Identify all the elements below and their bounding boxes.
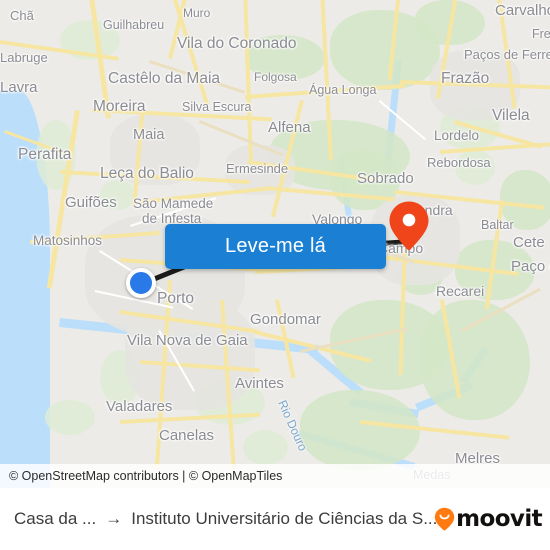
- map-attribution-bar: © OpenStreetMap contributors | © OpenMap…: [0, 464, 550, 488]
- map-place-label: Paço de: [511, 258, 550, 275]
- moovit-logo[interactable]: moovit: [434, 506, 543, 532]
- trip-destination-label[interactable]: Instituto Universitário de Ciências da S…: [131, 509, 437, 529]
- origin-dot-marker[interactable]: [126, 268, 156, 298]
- map-place-label: Canelas: [159, 427, 215, 444]
- map-place-label: Maia: [133, 127, 165, 143]
- trip-summary-bar: Casa da ... → Instituto Universitário de…: [0, 488, 550, 550]
- map-attribution-text[interactable]: © OpenStreetMap contributors | © OpenMap…: [0, 469, 282, 483]
- leve-me-la-button[interactable]: Leve-me lá: [165, 224, 386, 269]
- map-place-label: Água Longa: [309, 83, 377, 97]
- map-place-label: Sobrado: [357, 170, 414, 187]
- leve-me-la-button-label: Leve-me lá: [225, 235, 326, 257]
- moovit-wordmark: moovit: [456, 506, 542, 532]
- map-place-label: São Mamede: [133, 196, 214, 211]
- map-place-label: Frazão: [441, 70, 490, 87]
- map-place-label: Lordelo: [434, 128, 480, 143]
- map-place-label: Muro: [183, 6, 211, 20]
- map-place-label: Silva Escura: [182, 100, 252, 114]
- map-canvas[interactable]: Chã Guilhabreu Muro Carvalho Vila do Coronad…: [0, 0, 550, 488]
- map-place-label: Castêlo da Maia: [108, 70, 221, 87]
- map-place-label: Baltar: [481, 218, 514, 232]
- map-place-label: Ermesinde: [226, 161, 289, 176]
- map-place-label: Rebordosa: [427, 155, 491, 170]
- map-place-label: Alfena: [268, 119, 311, 136]
- moovit-pin-smile-icon: [434, 507, 455, 531]
- map-place-label: Matosinhos: [33, 233, 103, 248]
- map-place-label: Paços de Ferreira: [464, 47, 550, 62]
- moovit-map-screen: Chã Guilhabreu Muro Carvalho Vila do Coronad…: [0, 0, 550, 550]
- destination-pin-marker[interactable]: [387, 200, 431, 252]
- map-place-label: Cete: [513, 234, 545, 251]
- map-place-label: Labruge: [0, 50, 48, 65]
- trip-origin-label[interactable]: Casa da ...: [0, 509, 96, 529]
- map-place-label: Freamunde: [532, 27, 550, 41]
- map-place-label: Porto: [157, 290, 195, 307]
- map-place-label: Valadares: [106, 398, 173, 415]
- map-place-label: Leça do Balio: [100, 165, 194, 182]
- map-place-label: Vila do Coronado: [177, 35, 297, 52]
- map-place-label: Vilela: [492, 107, 530, 124]
- map-place-label: Perafita: [18, 146, 72, 163]
- map-place-label: Vila Nova de Gaia: [127, 332, 248, 349]
- map-place-label: Gondomar: [250, 311, 321, 328]
- map-place-label: Lavra: [0, 79, 38, 96]
- map-place-label: Recarei: [436, 283, 485, 299]
- map-pin-icon: [389, 201, 429, 251]
- map-place-label: Guifões: [65, 194, 117, 211]
- map-place-label: Chã: [10, 8, 34, 23]
- map-place-label: Guilhabreu: [103, 18, 165, 32]
- arrow-right-icon: →: [105, 509, 123, 528]
- map-place-label: Carvalho: [495, 2, 550, 19]
- map-place-label: Avintes: [235, 375, 284, 392]
- map-place-label: Moreira: [93, 98, 146, 115]
- map-place-label: Folgosa: [254, 70, 297, 84]
